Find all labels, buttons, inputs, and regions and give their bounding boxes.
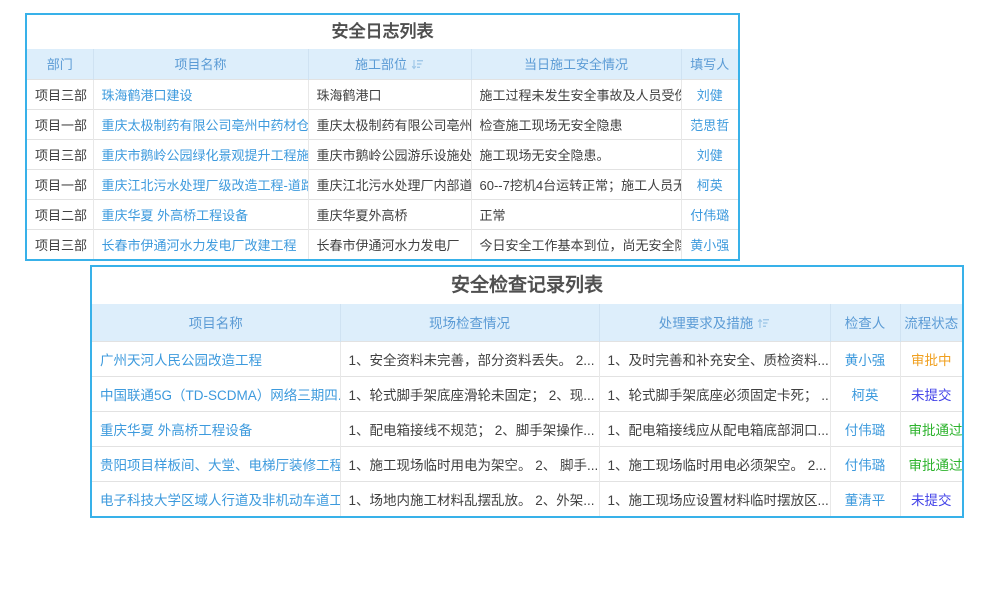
log-table-row: 项目三部 长春市伊通河水力发电厂改建工程 长春市伊通河水力发电厂 今日安全工作基…	[27, 229, 738, 259]
header-row: 项目名称 现场检查情况 处理要求及措施 检查人 流程状态	[92, 304, 962, 341]
site-inspection-cell: 1、配电箱接线不规范； 2、脚手架操作...	[340, 411, 599, 446]
measures-cell: 1、施工现场临时用电必须架空。 2...	[599, 446, 830, 481]
construction-part-cell: 重庆太极制药有限公司亳州...	[308, 109, 471, 139]
daily-safety-cell: 施工现场无安全隐患。	[471, 139, 681, 169]
writer-link[interactable]: 黄小强	[681, 229, 738, 259]
construction-part-cell: 重庆华夏外高桥	[308, 199, 471, 229]
project-name-link[interactable]: 贵阳项目样板间、大堂、电梯厅装修工程	[92, 446, 340, 481]
col-header-project-name: 项目名称	[93, 49, 308, 79]
flow-status-badge: 审批中	[900, 341, 962, 376]
dept-cell: 项目三部	[27, 229, 93, 259]
daily-safety-cell: 今日安全工作基本到位，尚无安全隐患...	[471, 229, 681, 259]
construction-part-cell: 重庆江北污水处理厂内部道路	[308, 169, 471, 199]
dept-cell: 项目一部	[27, 169, 93, 199]
dept-cell: 项目三部	[27, 139, 93, 169]
inspector-link[interactable]: 黄小强	[830, 341, 900, 376]
site-inspection-cell: 1、场地内施工材料乱摆乱放。 2、外架...	[340, 481, 599, 516]
project-name-link[interactable]: 广州天河人民公园改造工程	[92, 341, 340, 376]
writer-link[interactable]: 付伟璐	[681, 199, 738, 229]
project-name-link[interactable]: 长春市伊通河水力发电厂改建工程	[93, 229, 308, 259]
dept-cell: 项目二部	[27, 199, 93, 229]
col-header-measures[interactable]: 处理要求及措施	[599, 304, 830, 341]
flow-status-badge: 未提交	[900, 481, 962, 516]
construction-part-cell: 长春市伊通河水力发电厂	[308, 229, 471, 259]
col-header-flow-status: 流程状态	[900, 304, 962, 341]
inspection-table-row: 重庆华夏 外高桥工程设备 1、配电箱接线不规范； 2、脚手架操作... 1、配电…	[92, 411, 962, 446]
writer-link[interactable]: 刘健	[681, 139, 738, 169]
project-name-link[interactable]: 重庆华夏 外高桥工程设备	[92, 411, 340, 446]
inspector-link[interactable]: 付伟璐	[830, 411, 900, 446]
sort-ascending-icon	[757, 318, 770, 329]
col-header-writer: 填写人	[681, 49, 738, 79]
header-row: 部门 项目名称 施工部位 当日施工安全情况 填写人	[27, 49, 738, 79]
log-table-row: 项目二部 重庆华夏 外高桥工程设备 重庆华夏外高桥 正常 付伟璐	[27, 199, 738, 229]
col-header-inspector: 检查人	[830, 304, 900, 341]
safety-log-table-panel: 安全日志列表 部门 项目名称 施工部位 当日施工安全情况 填写人 项目三部 珠海…	[25, 13, 740, 261]
col-header-construction-part[interactable]: 施工部位	[308, 49, 471, 79]
measures-cell: 1、施工现场应设置材料临时摆放区...	[599, 481, 830, 516]
safety-log-table: 部门 项目名称 施工部位 当日施工安全情况 填写人 项目三部 珠海鹤港口建设 珠…	[27, 49, 738, 259]
inspection-table-row: 电子科技大学区域人行道及非机动车道工... 1、场地内施工材料乱摆乱放。 2、外…	[92, 481, 962, 516]
project-name-link[interactable]: 中国联通5G（TD-SCDMA）网络三期四...	[92, 376, 340, 411]
inspection-record-table: 项目名称 现场检查情况 处理要求及措施 检查人 流程状态 广州天河人民公园改造工…	[92, 304, 962, 516]
project-name-link[interactable]: 重庆江北污水处理厂级改造工程-道路...	[93, 169, 308, 199]
inspection-table-row: 中国联通5G（TD-SCDMA）网络三期四... 1、轮式脚手架底座滑轮未固定；…	[92, 376, 962, 411]
inspector-link[interactable]: 付伟璐	[830, 446, 900, 481]
site-inspection-cell: 1、安全资料未完善，部分资料丢失。 2...	[340, 341, 599, 376]
writer-link[interactable]: 范思哲	[681, 109, 738, 139]
col-header-dept: 部门	[27, 49, 93, 79]
flow-status-badge: 审批通过	[900, 411, 962, 446]
log-table-row: 项目三部 重庆市鹅岭公园绿化景观提升工程施工 重庆市鹅岭公园游乐设施处 施工现场…	[27, 139, 738, 169]
inspection-table-row: 贵阳项目样板间、大堂、电梯厅装修工程 1、施工现场临时用电为架空。 2、 脚手.…	[92, 446, 962, 481]
sort-descending-icon	[411, 59, 424, 70]
safety-log-title: 安全日志列表	[27, 15, 738, 49]
construction-part-cell: 重庆市鹅岭公园游乐设施处	[308, 139, 471, 169]
inspection-record-title: 安全检查记录列表	[92, 267, 962, 304]
dept-cell: 项目三部	[27, 79, 93, 109]
writer-link[interactable]: 柯英	[681, 169, 738, 199]
daily-safety-cell: 检查施工现场无安全隐患	[471, 109, 681, 139]
project-name-link[interactable]: 重庆华夏 外高桥工程设备	[93, 199, 308, 229]
dept-cell: 项目一部	[27, 109, 93, 139]
site-inspection-cell: 1、施工现场临时用电为架空。 2、 脚手...	[340, 446, 599, 481]
project-name-link[interactable]: 电子科技大学区域人行道及非机动车道工...	[92, 481, 340, 516]
construction-part-cell: 珠海鹤港口	[308, 79, 471, 109]
col-header-project-name: 项目名称	[92, 304, 340, 341]
inspector-link[interactable]: 董清平	[830, 481, 900, 516]
site-inspection-cell: 1、轮式脚手架底座滑轮未固定； 2、现...	[340, 376, 599, 411]
project-name-link[interactable]: 重庆市鹅岭公园绿化景观提升工程施工	[93, 139, 308, 169]
project-name-link[interactable]: 珠海鹤港口建设	[93, 79, 308, 109]
measures-cell: 1、轮式脚手架底座必须固定卡死； ...	[599, 376, 830, 411]
daily-safety-cell: 施工过程未发生安全事故及人员受伤情况	[471, 79, 681, 109]
flow-status-badge: 审批通过	[900, 446, 962, 481]
inspection-table-row: 广州天河人民公园改造工程 1、安全资料未完善，部分资料丢失。 2... 1、及时…	[92, 341, 962, 376]
flow-status-badge: 未提交	[900, 376, 962, 411]
daily-safety-cell: 正常	[471, 199, 681, 229]
project-name-link[interactable]: 重庆太极制药有限公司亳州中药材仓...	[93, 109, 308, 139]
measures-cell: 1、配电箱接线应从配电箱底部洞口...	[599, 411, 830, 446]
writer-link[interactable]: 刘健	[681, 79, 738, 109]
inspector-link[interactable]: 柯英	[830, 376, 900, 411]
col-header-daily-safety: 当日施工安全情况	[471, 49, 681, 79]
log-table-row: 项目一部 重庆太极制药有限公司亳州中药材仓... 重庆太极制药有限公司亳州...…	[27, 109, 738, 139]
daily-safety-cell: 60--7挖机4台运转正常；施工人员无违...	[471, 169, 681, 199]
inspection-record-table-panel: 安全检查记录列表 项目名称 现场检查情况 处理要求及措施 检查人 流程状态 广州…	[90, 265, 964, 518]
log-table-row: 项目一部 重庆江北污水处理厂级改造工程-道路... 重庆江北污水处理厂内部道路 …	[27, 169, 738, 199]
measures-cell: 1、及时完善和补充安全、质检资料...	[599, 341, 830, 376]
col-header-site-inspection: 现场检查情况	[340, 304, 599, 341]
log-table-row: 项目三部 珠海鹤港口建设 珠海鹤港口 施工过程未发生安全事故及人员受伤情况 刘健	[27, 79, 738, 109]
